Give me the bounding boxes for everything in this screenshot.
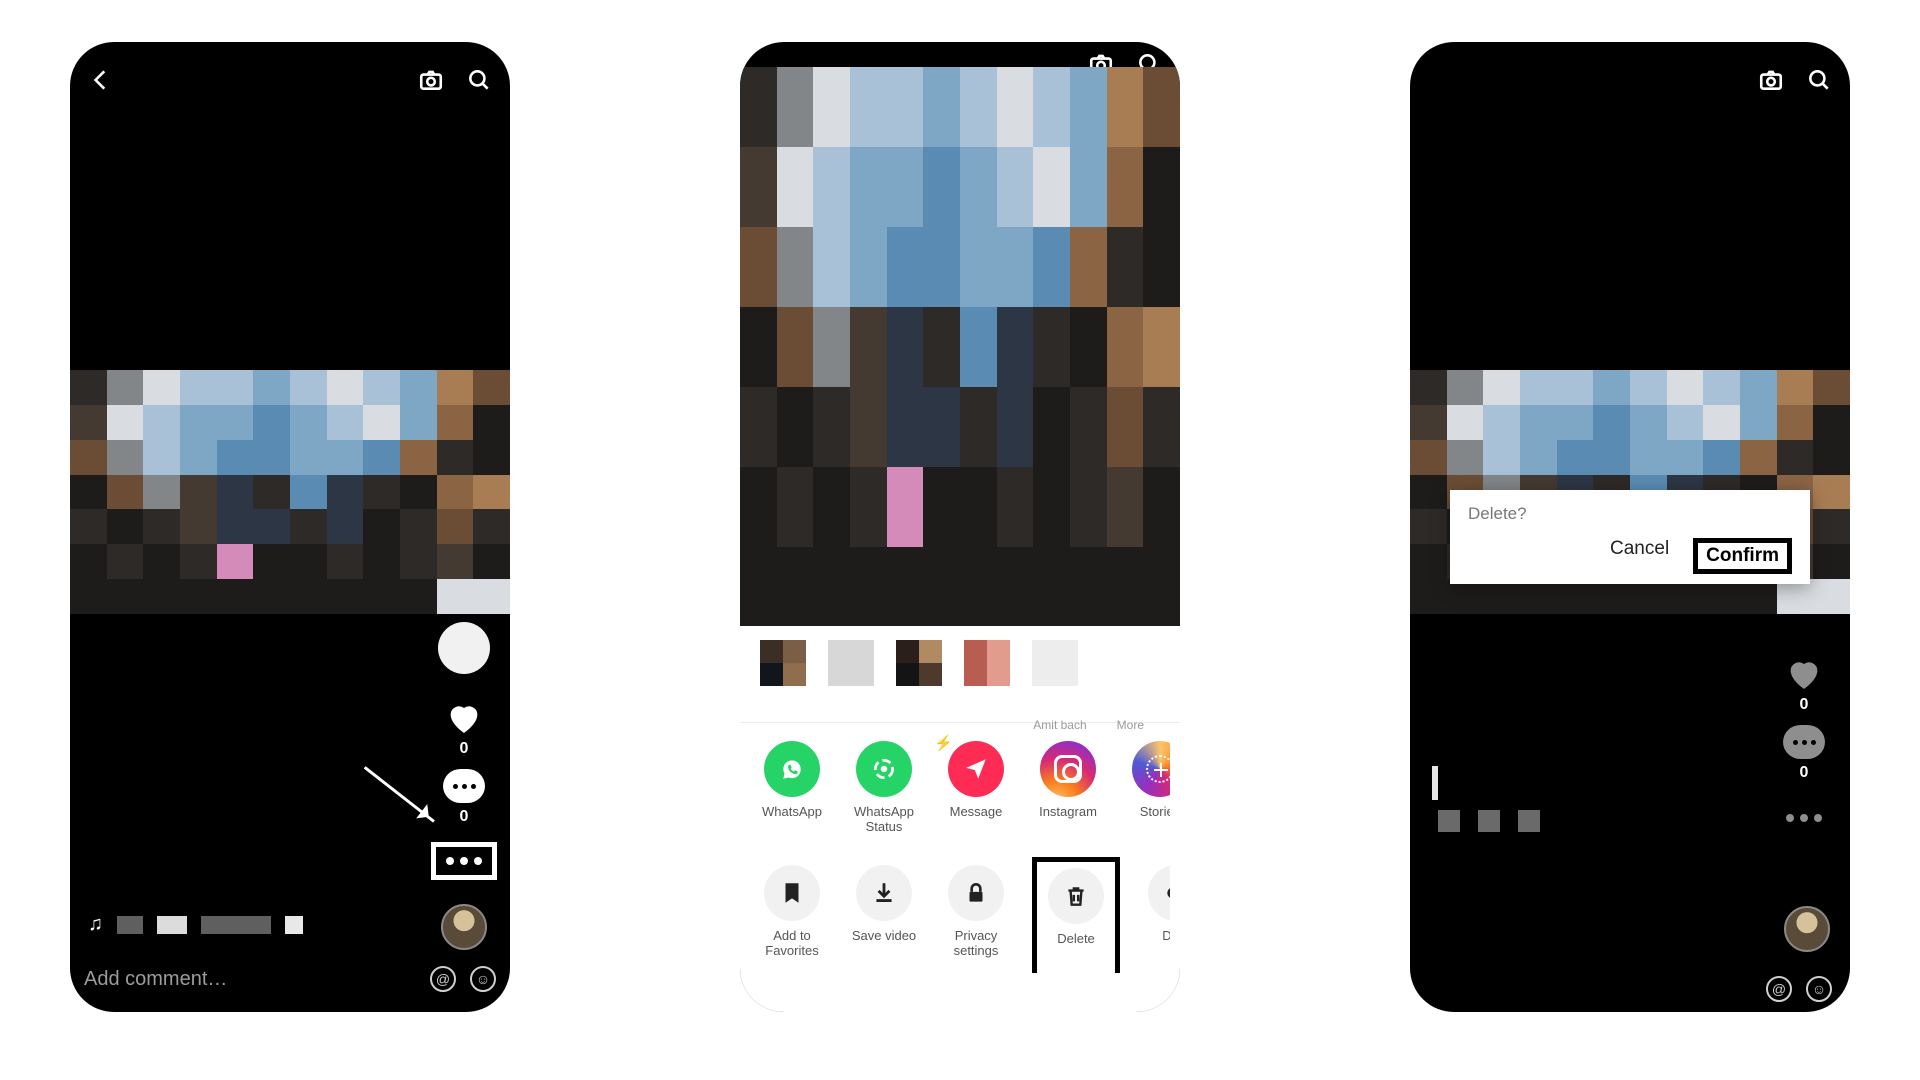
confirm-button[interactable]: Confirm: [1706, 545, 1779, 566]
share-label: WhatsApp: [750, 805, 834, 820]
screen-3-confirm-delete: 0 0 @ ☺ Delete? Cancel Confirm: [1410, 42, 1850, 1012]
share-instagram[interactable]: Instagram: [1032, 741, 1104, 820]
screen-1-video-more: 0 0 ♫ Add comment… @ ☺: [70, 42, 510, 1012]
username-redacted: [1432, 766, 1438, 800]
action-save-video[interactable]: Save video: [848, 865, 920, 944]
action-column: 0 0: [1772, 652, 1836, 822]
share-options-row: WhatsApp WhatsApp Status Message Instagr…: [750, 723, 1170, 843]
bolt-icon: ⚡: [934, 734, 953, 752]
comment-button[interactable]: 0: [1782, 720, 1826, 782]
lock-icon: [948, 865, 1004, 921]
action-options-row: Add to Favorites Save video Privacy sett…: [750, 843, 1170, 973]
search-icon[interactable]: [464, 65, 494, 95]
like-count: 0: [460, 740, 469, 758]
heart-icon: [1782, 652, 1826, 696]
like-button[interactable]: 0: [442, 696, 486, 758]
mention-icon[interactable]: @: [1766, 976, 1792, 1002]
action-label: Save video: [842, 929, 926, 944]
instagram-icon: [1040, 741, 1096, 797]
comment-bar-icons: @ ☺: [1766, 976, 1832, 1002]
like-button[interactable]: 0: [1782, 652, 1826, 714]
contact-labels: Amit bach More: [750, 718, 1170, 732]
share-label: Stories: [1118, 805, 1170, 820]
avatar[interactable]: [438, 622, 490, 674]
video-thumbnail: [70, 370, 510, 614]
search-icon[interactable]: [1804, 65, 1834, 95]
music-note-icon: ♫: [88, 913, 103, 936]
share-label: Message: [934, 805, 1018, 820]
contact-avatar[interactable]: [828, 640, 874, 686]
emoji-icon[interactable]: ☺: [1806, 976, 1832, 1002]
action-label: Delete: [1034, 932, 1118, 947]
like-count: 0: [1800, 696, 1809, 714]
more-icon: [446, 857, 482, 865]
caption-redacted: [1438, 810, 1540, 832]
emoji-icon[interactable]: ☺: [470, 966, 496, 992]
cancel-button[interactable]: Cancel: [1610, 538, 1669, 574]
contact-avatar[interactable]: [964, 640, 1010, 686]
action-label: Duet: [1134, 929, 1170, 944]
whatsapp-status-icon: [856, 741, 912, 797]
comment-button[interactable]: 0: [442, 764, 486, 826]
bookmark-icon: [764, 865, 820, 921]
message-icon: [948, 741, 1004, 797]
delete-dialog: Delete? Cancel Confirm: [1450, 490, 1810, 584]
comment-icon: [1782, 720, 1826, 764]
stories-icon: [1132, 741, 1170, 797]
more-button-highlighted[interactable]: [431, 842, 497, 880]
topbar: [70, 58, 510, 102]
action-label: Privacy settings: [934, 929, 1018, 959]
share-label: WhatsApp Status: [842, 805, 926, 835]
action-delete-highlighted: Delete: [1032, 857, 1120, 973]
share-stories[interactable]: Stories: [1124, 741, 1170, 820]
comment-count: 0: [1800, 764, 1809, 782]
contact-more[interactable]: [1032, 640, 1078, 686]
action-delete[interactable]: Delete: [1043, 868, 1109, 947]
trash-icon: [1048, 868, 1104, 924]
contact-avatar[interactable]: [760, 640, 806, 686]
share-sheet: Amit bach More ⚡ WhatsApp WhatsApp Statu…: [740, 626, 1180, 1012]
topbar: [1410, 58, 1850, 102]
comment-count: 0: [460, 808, 469, 826]
contacts-row: [750, 626, 1170, 722]
sound-avatar[interactable]: [1784, 906, 1830, 952]
share-label: Instagram: [1026, 805, 1110, 820]
sound-avatar[interactable]: [441, 904, 487, 950]
heart-icon: [442, 696, 486, 740]
action-label: Add to Favorites: [750, 929, 834, 959]
action-privacy[interactable]: Privacy settings: [940, 865, 1012, 959]
mention-icon[interactable]: @: [430, 966, 456, 992]
share-whatsapp-status[interactable]: WhatsApp Status: [848, 741, 920, 835]
more-button[interactable]: [1786, 814, 1822, 822]
dialog-question: Delete?: [1468, 504, 1792, 524]
comment-input[interactable]: Add comment…: [84, 968, 227, 991]
share-message[interactable]: Message: [940, 741, 1012, 820]
video-caption: ♫: [88, 913, 303, 936]
whatsapp-icon: [764, 741, 820, 797]
action-favorites[interactable]: Add to Favorites: [756, 865, 828, 959]
confirm-button-highlighted: Confirm: [1693, 538, 1792, 574]
back-icon[interactable]: [86, 65, 116, 95]
more-icon: [1786, 814, 1822, 822]
comment-bar: Add comment… @ ☺: [84, 960, 496, 998]
action-column: 0 0: [432, 622, 496, 950]
duet-icon: [1148, 865, 1170, 921]
contact-avatar[interactable]: [896, 640, 942, 686]
tutorial-arrow: [364, 766, 435, 823]
camera-icon[interactable]: [1756, 65, 1786, 95]
video-thumbnail: [740, 67, 1180, 627]
share-whatsapp[interactable]: WhatsApp: [756, 741, 828, 820]
download-icon: [856, 865, 912, 921]
action-duet[interactable]: Duet: [1140, 865, 1170, 944]
screen-2-share-sheet: Amit bach More ⚡ WhatsApp WhatsApp Statu…: [740, 42, 1180, 1012]
comment-icon: [442, 764, 486, 808]
camera-icon[interactable]: [416, 65, 446, 95]
